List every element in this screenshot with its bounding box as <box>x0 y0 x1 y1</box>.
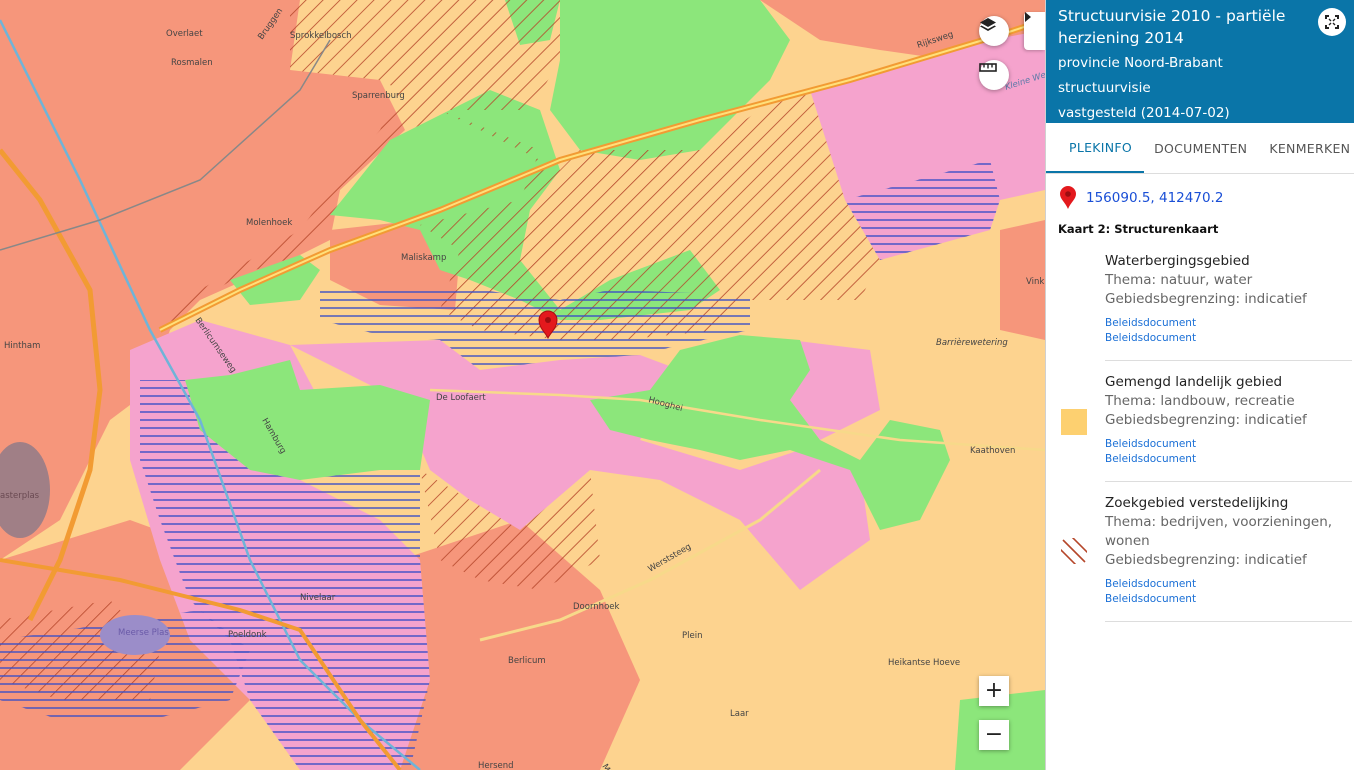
fullscreen-button[interactable] <box>1318 8 1346 36</box>
label-rosmalen: Rosmalen <box>171 58 213 68</box>
item-begrenzing: Gebiedsbegrenzing: indicatief <box>1105 552 1307 568</box>
tab-kenmerken[interactable]: KENMERKEN <box>1257 123 1354 173</box>
label-deloofaert: De Loofaert <box>436 393 486 403</box>
label-sparrenburg: Sparrenburg <box>352 91 405 101</box>
label-maliskamp: Maliskamp <box>401 253 446 263</box>
panel-tabs: PLEKINFO DOCUMENTEN KENMERKEN <box>1046 123 1354 174</box>
legend-swatch-zoekgebied <box>1061 538 1087 564</box>
info-panel: Structuurvisie 2010 - partiële herzienin… <box>1045 0 1354 770</box>
label-molenhoek: Molenhoek <box>246 218 292 228</box>
map-canvas[interactable]: Overlaet Rosmalen Bruggen Sprokkelbosch … <box>0 0 1045 770</box>
list-item: Waterbergingsgebied Thema: natuur, water… <box>1105 240 1352 361</box>
label-poeldonk: Poeldonk <box>228 630 267 640</box>
collapse-panel-button[interactable] <box>1024 12 1045 50</box>
plan-type: structuurvisie <box>1058 80 1151 96</box>
item-name: Zoekgebied verstedelijking <box>1105 495 1289 511</box>
label-barrierewetering: Barrièrewetering <box>936 337 1008 348</box>
item-name: Waterbergingsgebied <box>1105 253 1250 269</box>
item-thema: Thema: landbouw, recreatie <box>1105 393 1295 409</box>
item-begrenzing: Gebiedsbegrenzing: indicatief <box>1105 291 1307 307</box>
tab-plekinfo[interactable]: PLEKINFO <box>1046 123 1145 173</box>
layers-icon <box>980 18 996 31</box>
item-begrenzing: Gebiedsbegrenzing: indicatief <box>1105 412 1307 428</box>
plan-authority: provincie Noord-Brabant <box>1058 55 1223 71</box>
map-marker-icon <box>1060 186 1076 209</box>
label-berlicum: Berlicum <box>508 656 546 666</box>
zoom-out-button[interactable]: − <box>979 720 1009 750</box>
label-plein: Plein <box>682 631 702 641</box>
label-overlaet: Overlaet <box>166 29 203 39</box>
label-meerse-plas: Meerse Plas <box>118 628 169 638</box>
zoom-in-button[interactable]: + <box>979 676 1009 706</box>
measure-button[interactable] <box>979 60 1009 90</box>
panel-header: Structuurvisie 2010 - partiële herzienin… <box>1046 0 1354 123</box>
item-thema: Thema: bedrijven, voorzieningen, wonen <box>1105 514 1333 549</box>
map-view[interactable]: Overlaet Rosmalen Bruggen Sprokkelbosch … <box>0 0 1045 770</box>
label-asterplas: asterplas <box>0 491 40 501</box>
label-laar: Laar <box>730 709 749 719</box>
label-doornhoek: Doornhoek <box>573 602 619 612</box>
list-item: Gemengd landelijk gebied Thema: landbouw… <box>1061 361 1352 482</box>
list-item: Zoekgebied verstedelijking Thema: bedrij… <box>1061 482 1352 622</box>
beleidsdocument-link[interactable]: Beleidsdocument <box>1105 592 1352 607</box>
label-hintham: Hintham <box>4 341 40 351</box>
item-thema: Thema: natuur, water <box>1105 272 1253 288</box>
beleidsdocument-link[interactable]: Beleidsdocument <box>1105 437 1352 452</box>
ruler-icon <box>979 63 997 72</box>
beleidsdocument-link[interactable]: Beleidsdocument <box>1105 316 1352 331</box>
label-hersend: Hersend <box>478 761 514 770</box>
label-nivelaar: Nivelaar <box>300 593 336 603</box>
coordinates-row: 156090.5, 412470.2 <box>1046 174 1354 210</box>
coordinates-value: 156090.5, 412470.2 <box>1086 190 1224 206</box>
beleidsdocument-link[interactable]: Beleidsdocument <box>1105 577 1352 592</box>
beleidsdocument-link[interactable]: Beleidsdocument <box>1105 331 1352 346</box>
label-heikantse-hoeve: Heikantse Hoeve <box>888 658 960 668</box>
label-sprokkelbosch: Sprokkelbosch <box>290 31 352 41</box>
label-kaathoven: Kaathoven <box>970 446 1015 456</box>
plan-title: Structuurvisie 2010 - partiële herzienin… <box>1058 7 1286 47</box>
item-name: Gemengd landelijk gebied <box>1105 374 1283 390</box>
map-heading: Kaart 2: Structurenkaart <box>1058 222 1219 236</box>
chevron-right-icon <box>1025 12 1031 22</box>
fullscreen-icon <box>1325 15 1339 29</box>
layers-button[interactable] <box>979 16 1009 46</box>
legend-swatch-gemengd <box>1061 409 1087 435</box>
label-vink: Vink <box>1026 277 1044 287</box>
tab-documenten[interactable]: DOCUMENTEN <box>1144 123 1257 173</box>
beleidsdocument-link[interactable]: Beleidsdocument <box>1105 452 1352 467</box>
